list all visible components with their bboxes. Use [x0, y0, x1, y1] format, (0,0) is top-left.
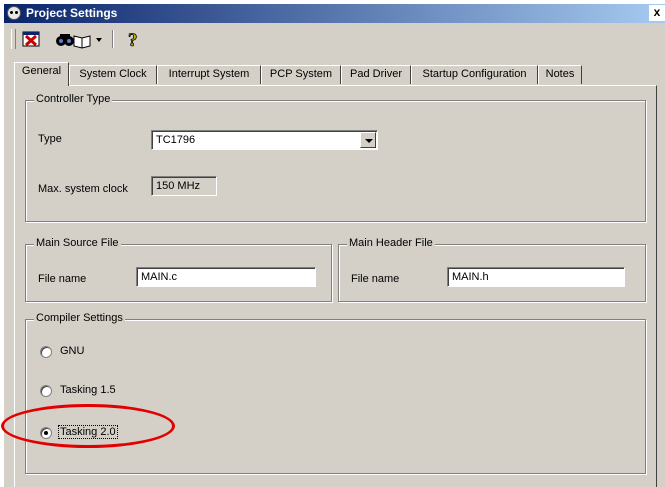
compiler-settings-group: Compiler Settings GNU Tasking 1.5 Taskin…	[25, 312, 646, 474]
close-project-button[interactable]	[20, 28, 44, 50]
help-button[interactable]: ?	[122, 28, 144, 52]
main-header-file-group: Main Header File File name MAIN.h	[338, 237, 646, 302]
toolbar-grip[interactable]	[11, 29, 16, 49]
help-question-icon: ?	[128, 30, 138, 52]
group-label: Main Source File	[34, 237, 121, 249]
radio-button[interactable]	[40, 385, 52, 397]
header-file-name-input[interactable]: MAIN.h	[447, 267, 625, 287]
max-clock-label: Max. system clock	[38, 183, 128, 195]
source-file-name-value: MAIN.c	[141, 271, 178, 283]
toolbar: ?	[8, 26, 158, 52]
close-project-icon	[22, 31, 40, 47]
radio-label: GNU	[60, 345, 85, 357]
toolbar-separator	[112, 30, 114, 48]
close-button[interactable]: x	[649, 5, 665, 21]
window-title: Project Settings	[26, 6, 118, 20]
tab-label: Notes	[545, 68, 575, 80]
type-label: Type	[38, 133, 62, 145]
tab-startup-configuration[interactable]: Startup Configuration	[411, 65, 538, 84]
tab-pcp-system[interactable]: PCP System	[261, 65, 341, 84]
tab-label: Pad Driver	[350, 68, 402, 80]
source-file-name-label: File name	[38, 273, 87, 285]
find-button[interactable]	[54, 28, 92, 50]
radio-label: Tasking 1.5	[60, 384, 116, 396]
tab-label: System Clock	[79, 68, 147, 80]
header-file-name-value: MAIN.h	[452, 271, 489, 283]
source-file-name-input[interactable]: MAIN.c	[136, 267, 316, 287]
tab-label: Interrupt System	[168, 68, 250, 80]
group-label: Compiler Settings	[34, 312, 125, 324]
tab-label: Startup Configuration	[422, 68, 527, 80]
find-dropdown-button[interactable]	[94, 28, 104, 50]
group-label: Controller Type	[34, 93, 113, 105]
tab-label: PCP System	[269, 68, 333, 80]
radio-button[interactable]	[40, 346, 52, 358]
max-clock-field: 150 MHz	[151, 176, 217, 196]
header-file-name-label: File name	[351, 273, 400, 285]
chevron-down-icon	[96, 38, 102, 42]
max-clock-value: 150 MHz	[156, 180, 201, 192]
group-label: Main Header File	[347, 237, 435, 249]
tab-general[interactable]: General	[14, 62, 69, 86]
controller-type-group: Controller Type Type TC1796 Max. system …	[25, 93, 646, 222]
type-select[interactable]: TC1796	[151, 130, 378, 150]
main-source-file-group: Main Source File File name MAIN.c	[25, 237, 332, 302]
tab-interrupt-system[interactable]: Interrupt System	[157, 65, 261, 84]
app-face-icon	[7, 6, 21, 20]
tab-notes[interactable]: Notes	[538, 65, 582, 84]
red-highlight-ellipse	[1, 404, 175, 448]
tab-pad-driver[interactable]: Pad Driver	[341, 65, 411, 84]
tab-label: General	[21, 65, 62, 77]
title-bar[interactable]: Project Settings x	[4, 4, 665, 23]
svg-text:?: ?	[128, 30, 138, 50]
chevron-down-icon[interactable]	[360, 132, 376, 148]
binoculars-book-icon	[56, 34, 91, 49]
tab-system-clock[interactable]: System Clock	[69, 65, 157, 84]
type-value: TC1796	[156, 134, 196, 146]
